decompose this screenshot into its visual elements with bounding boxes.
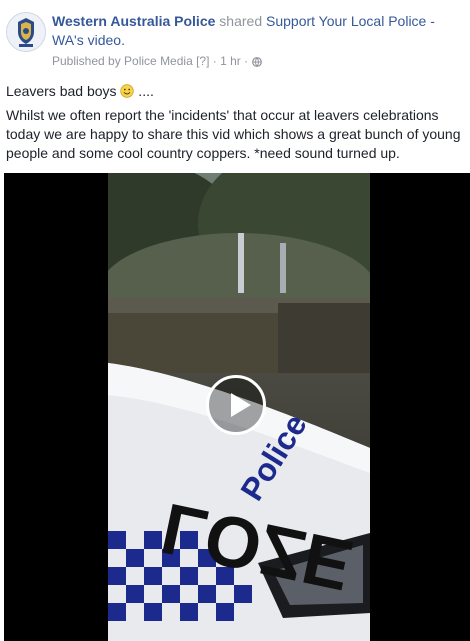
shared-label: shared: [215, 13, 266, 29]
page-avatar[interactable]: [6, 12, 46, 52]
post-title-suffix: ....: [134, 83, 154, 99]
post-title: Leavers bad boys ....: [6, 82, 154, 101]
police-crest-logo: [7, 13, 45, 51]
meta-separator: ·: [244, 53, 249, 68]
help-marker[interactable]: [?]: [196, 54, 209, 68]
post-body: Whilst we often report the 'incidents' t…: [6, 107, 461, 161]
post-timestamp[interactable]: 1 hr: [220, 54, 241, 68]
play-triangle: [231, 393, 251, 417]
post-title-text: Leavers bad boys: [6, 83, 117, 99]
facebook-post: Western Australia Police shared Support …: [0, 0, 470, 641]
meta-separator: ·: [212, 53, 217, 68]
post-header: Western Australia Police shared Support …: [6, 10, 466, 68]
smiley-emoji: [120, 84, 135, 98]
post-meta: Published by Police Media [?] · 1 hr ·: [52, 53, 262, 68]
published-by: Published by Police Media: [52, 53, 193, 68]
play-icon[interactable]: [206, 375, 266, 435]
page-name-link[interactable]: Western Australia Police: [52, 13, 215, 29]
header-line: Western Australia Police shared Support …: [52, 12, 460, 50]
globe-icon[interactable]: [251, 56, 262, 67]
video-player[interactable]: LOZE Police: [4, 173, 470, 641]
